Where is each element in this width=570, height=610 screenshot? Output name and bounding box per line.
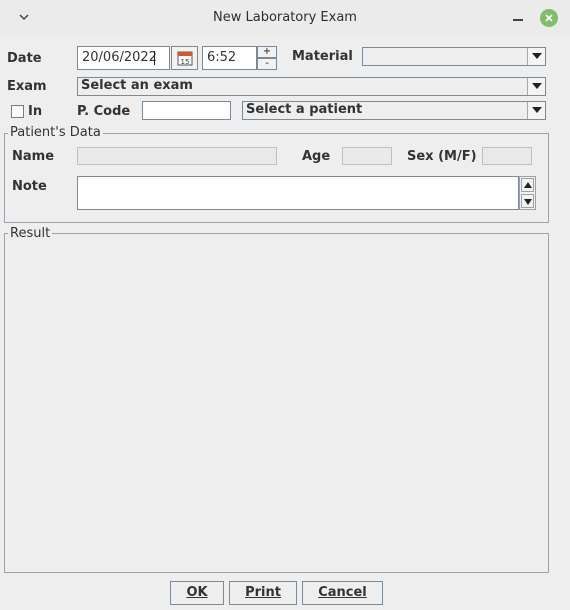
time-decrement-button[interactable]: -: [257, 58, 277, 70]
close-icon[interactable]: [540, 9, 558, 27]
exam-value: Select an exam: [81, 78, 193, 93]
scroll-up-button[interactable]: [521, 178, 534, 192]
calendar-icon: 15: [177, 51, 193, 66]
exam-label: Exam: [7, 79, 47, 94]
age-field: [342, 147, 392, 165]
note-textarea[interactable]: [77, 176, 519, 210]
arrow-down-icon: [524, 199, 532, 205]
result-group: [4, 233, 549, 573]
material-select[interactable]: [362, 47, 546, 66]
result-title: Result: [8, 226, 53, 241]
date-field[interactable]: 20/06/2022: [77, 46, 170, 70]
title-bar: New Laboratory Exam: [0, 0, 570, 36]
time-value: 6:52: [207, 50, 237, 65]
exam-dropdown-button[interactable]: [527, 78, 545, 95]
window-title: New Laboratory Exam: [213, 10, 357, 25]
cancel-button[interactable]: Cancel: [302, 581, 383, 605]
scroll-down-button[interactable]: [521, 194, 534, 208]
patient-value: Select a patient: [246, 102, 363, 117]
date-value: 20/06/2022: [82, 50, 157, 65]
chevron-down-icon: [532, 107, 542, 113]
time-increment-button[interactable]: +: [257, 46, 277, 58]
note-scrollbar[interactable]: [519, 176, 536, 210]
arrow-up-icon: [524, 182, 532, 188]
chevron-down-icon: [532, 53, 542, 59]
ok-button[interactable]: OK: [170, 581, 224, 605]
exam-select[interactable]: Select an exam: [77, 77, 546, 96]
name-field: [77, 147, 277, 165]
date-label: Date: [7, 51, 42, 66]
note-label: Note: [12, 179, 47, 194]
name-label: Name: [12, 149, 55, 164]
text-caret: [154, 51, 155, 65]
pcode-input[interactable]: [142, 101, 231, 120]
age-label: Age: [302, 149, 331, 164]
chevron-down-icon: [532, 83, 542, 89]
material-label: Material: [292, 49, 353, 64]
calendar-button[interactable]: 15: [171, 46, 198, 70]
print-button[interactable]: Print: [229, 581, 297, 605]
in-label: In: [28, 104, 43, 119]
time-field[interactable]: 6:52: [202, 46, 257, 70]
sex-field: [482, 147, 532, 165]
minimize-icon[interactable]: [513, 19, 523, 21]
calendar-day: 15: [181, 58, 190, 66]
in-checkbox[interactable]: [11, 105, 24, 118]
pcode-label: P. Code: [77, 104, 131, 119]
patient-select[interactable]: Select a patient: [242, 101, 546, 120]
sex-label: Sex (M/F): [407, 149, 477, 164]
patient-data-title: Patient's Data: [8, 125, 103, 140]
material-dropdown-button[interactable]: [527, 48, 545, 65]
patient-dropdown-button[interactable]: [527, 102, 545, 119]
